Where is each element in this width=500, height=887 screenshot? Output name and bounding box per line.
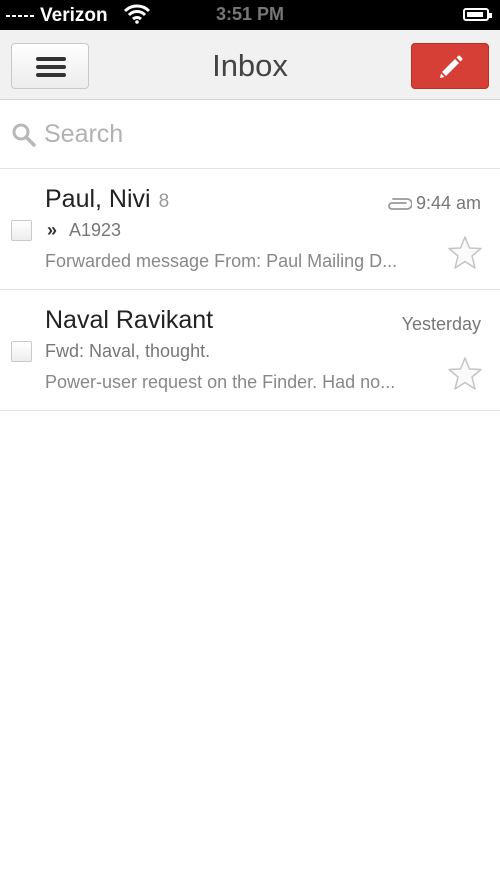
status-time: 3:51 PM bbox=[215, 4, 285, 24]
pencil-icon bbox=[440, 55, 463, 78]
sender-name: Paul, Nivi bbox=[45, 185, 151, 213]
message-row[interactable]: Naval Ravikant Yesterday Fwd: Naval, tho… bbox=[0, 290, 500, 411]
search-bar bbox=[0, 100, 500, 169]
message-subject: A1923 bbox=[69, 220, 122, 240]
sender-name: Naval Ravikant bbox=[45, 306, 214, 334]
star-icon[interactable] bbox=[447, 356, 483, 392]
message-snippet: Forwarded message From: Paul Mailing D..… bbox=[45, 251, 398, 271]
message-row[interactable]: Paul, Nivi 8 9:44 am » A1923 Forwarded mes… bbox=[0, 169, 500, 290]
message-time: 9:44 am bbox=[415, 193, 481, 213]
message-snippet: Power-user request on the Finder. Had no… bbox=[45, 372, 396, 392]
status-bar: Verizon 3:51 PM bbox=[0, 0, 500, 30]
message-time: Yesterday bbox=[401, 314, 481, 334]
select-checkbox[interactable] bbox=[11, 341, 32, 362]
forwarded-icon: » bbox=[47, 220, 58, 240]
thread-count: 8 bbox=[158, 191, 170, 212]
attachment-icon bbox=[388, 198, 413, 211]
select-checkbox[interactable] bbox=[11, 220, 32, 241]
compose-button[interactable] bbox=[411, 43, 489, 89]
app-header: Inbox bbox=[0, 30, 500, 100]
message-subject: Fwd: Naval, thought. bbox=[45, 341, 211, 361]
battery-icon bbox=[463, 8, 492, 21]
star-icon[interactable] bbox=[447, 235, 483, 271]
search-icon bbox=[12, 123, 36, 147]
search-input[interactable] bbox=[44, 115, 484, 153]
